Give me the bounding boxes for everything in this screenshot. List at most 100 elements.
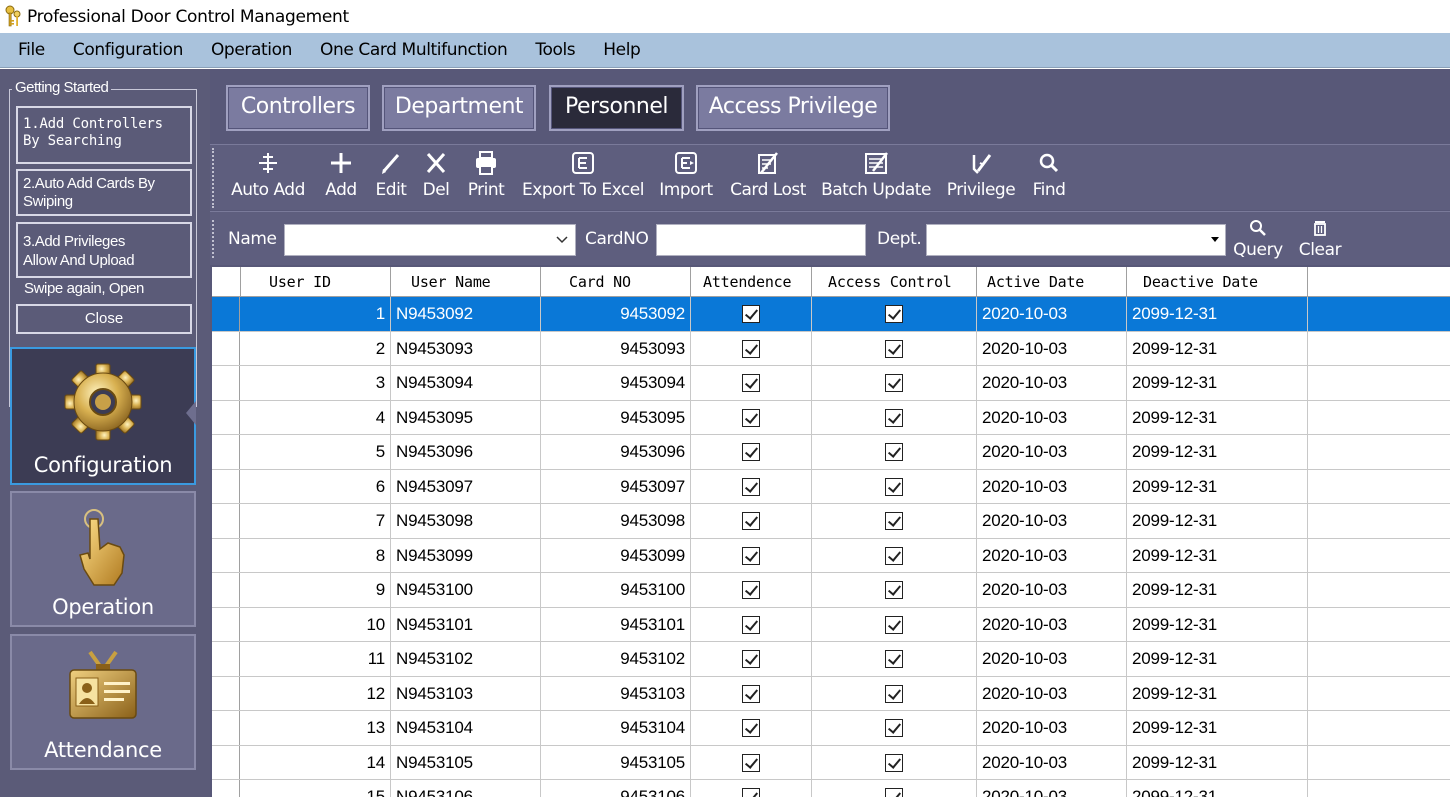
access-control-checkbox[interactable] [885, 339, 903, 358]
access-control-checkbox[interactable] [885, 650, 903, 668]
find-button[interactable]: Find [1026, 149, 1072, 207]
add-controllers-button[interactable]: 1.Add Controllers By Searching [16, 106, 192, 164]
attendence-checkbox[interactable] [742, 408, 760, 427]
tab-department[interactable]: Department [382, 85, 536, 131]
row-selector[interactable] [212, 780, 240, 797]
tab-access-privilege[interactable]: Access Privilege [696, 85, 890, 131]
attendence-checkbox[interactable] [742, 374, 760, 392]
nav-tile-attendance[interactable]: Attendance [10, 634, 196, 770]
attendence-checkbox[interactable] [742, 615, 760, 634]
attendence-checkbox[interactable] [742, 512, 760, 530]
close-button[interactable]: Close [16, 304, 192, 334]
access-control-checkbox[interactable] [885, 443, 903, 461]
table-row[interactable]: 13 N9453104 9453104 2020-10-03 2099-12-31 [212, 711, 1450, 746]
table-row[interactable]: 2 N9453093 9453093 2020-10-03 2099-12-31 [212, 331, 1450, 366]
table-row[interactable]: 9 N9453100 9453100 2020-10-03 2099-12-31 [212, 573, 1450, 608]
column-header-attendence[interactable]: Attendence [691, 267, 812, 297]
table-row[interactable]: 10 N9453101 9453101 2020-10-03 2099-12-31 [212, 607, 1450, 642]
row-selector[interactable] [212, 573, 240, 607]
attendence-checkbox[interactable] [742, 443, 760, 461]
access-control-checkbox[interactable] [885, 408, 903, 427]
table-row[interactable]: 11 N9453102 9453102 2020-10-03 2099-12-31 [212, 642, 1450, 677]
attendence-checkbox[interactable] [742, 477, 760, 496]
row-selector[interactable] [212, 297, 240, 331]
auto-add-cards-button[interactable]: 2.Auto Add Cards By Swiping [16, 169, 192, 216]
auto-add-button[interactable]: Auto Add [228, 149, 308, 207]
attendence-checkbox[interactable] [742, 305, 760, 323]
menu-tools[interactable]: Tools [521, 40, 589, 60]
tab-personnel[interactable]: Personnel [549, 85, 684, 131]
row-selector[interactable] [212, 504, 240, 538]
table-row[interactable]: 12 N9453103 9453103 2020-10-03 2099-12-31 [212, 676, 1450, 711]
attendence-checkbox[interactable] [742, 650, 760, 668]
menu-file[interactable]: File [0, 40, 59, 60]
table-row[interactable]: 3 N9453094 9453094 2020-10-03 2099-12-31 [212, 366, 1450, 401]
row-selector[interactable] [212, 745, 240, 779]
row-selector[interactable] [212, 331, 240, 365]
menu-operation[interactable]: Operation [197, 40, 306, 60]
export-to-excel-button[interactable]: Export To Excel [520, 149, 646, 207]
name-combo[interactable] [284, 224, 576, 256]
access-control-checkbox[interactable] [885, 615, 903, 634]
row-selector[interactable] [212, 642, 240, 676]
privilege-button[interactable]: Privilege [944, 149, 1018, 207]
row-selector[interactable] [212, 469, 240, 503]
row-selector[interactable] [212, 538, 240, 572]
row-selector[interactable] [212, 676, 240, 710]
cardno-input[interactable] [656, 224, 866, 256]
header-row-selector[interactable] [212, 267, 241, 297]
table-row[interactable]: 15 N9453106 9453106 2020-10-03 2099-12-31 [212, 780, 1450, 797]
column-header-user-id[interactable]: User ID [241, 267, 391, 297]
table-row[interactable]: 4 N9453095 9453095 2020-10-03 2099-12-31 [212, 400, 1450, 435]
tab-controllers[interactable]: Controllers [226, 85, 370, 131]
access-control-checkbox[interactable] [885, 581, 903, 599]
column-header-access-control[interactable]: Access Control [812, 267, 977, 297]
add-privileges-button[interactable]: 3.Add Privileges Allow And Upload [16, 222, 192, 278]
row-selector[interactable] [212, 711, 240, 745]
toolbar-grip[interactable] [212, 148, 216, 208]
row-selector[interactable] [212, 366, 240, 400]
access-control-checkbox[interactable] [885, 546, 903, 565]
access-control-checkbox[interactable] [885, 477, 903, 496]
print-button[interactable]: Print [462, 149, 510, 207]
card-lost-button[interactable]: Card Lost [726, 149, 810, 207]
dept-combo[interactable] [926, 224, 1226, 256]
batch-update-button[interactable]: Batch Update [820, 149, 932, 207]
add-button[interactable]: Add [318, 149, 364, 207]
dropdown-arrow-icon[interactable] [1211, 237, 1219, 242]
filter-grip[interactable] [212, 220, 216, 258]
attendence-checkbox[interactable] [742, 581, 760, 599]
menu-one-card-multifunction[interactable]: One Card Multifunction [306, 40, 521, 60]
access-control-checkbox[interactable] [885, 305, 903, 323]
clear-button[interactable]: Clear [1296, 218, 1344, 260]
access-control-checkbox[interactable] [885, 719, 903, 737]
menu-help[interactable]: Help [589, 40, 654, 60]
column-header-user-name[interactable]: User Name [391, 267, 541, 297]
import-button[interactable]: Import [656, 149, 716, 207]
delete-button[interactable]: Del [416, 149, 456, 207]
row-selector[interactable] [212, 400, 240, 434]
query-button[interactable]: Query [1232, 218, 1284, 260]
column-header-active-date[interactable]: Active Date [977, 267, 1127, 297]
access-control-checkbox[interactable] [885, 374, 903, 392]
attendence-checkbox[interactable] [742, 339, 760, 358]
chevron-down-icon[interactable] [555, 233, 569, 251]
access-control-checkbox[interactable] [885, 684, 903, 703]
table-row[interactable]: 7 N9453098 9453098 2020-10-03 2099-12-31 [212, 504, 1450, 539]
nav-tile-operation[interactable]: Operation [10, 491, 196, 627]
access-control-checkbox[interactable] [885, 753, 903, 772]
access-control-checkbox[interactable] [885, 788, 903, 797]
row-selector[interactable] [212, 435, 240, 469]
table-row[interactable]: 5 N9453096 9453096 2020-10-03 2099-12-31 [212, 435, 1450, 470]
table-row[interactable]: 6 N9453097 9453097 2020-10-03 2099-12-31 [212, 469, 1450, 504]
table-row[interactable]: 8 N9453099 9453099 2020-10-03 2099-12-31 [212, 538, 1450, 573]
table-row[interactable]: 1 N9453092 9453092 2020-10-03 2099-12-31 [212, 297, 1450, 332]
nav-tile-configuration[interactable]: Configuration [10, 347, 196, 485]
row-selector[interactable] [212, 607, 240, 641]
attendence-checkbox[interactable] [742, 546, 760, 565]
access-control-checkbox[interactable] [885, 512, 903, 530]
attendence-checkbox[interactable] [742, 719, 760, 737]
attendence-checkbox[interactable] [742, 788, 760, 797]
menu-configuration[interactable]: Configuration [59, 40, 197, 60]
column-header-card-no[interactable]: Card NO [541, 267, 691, 297]
